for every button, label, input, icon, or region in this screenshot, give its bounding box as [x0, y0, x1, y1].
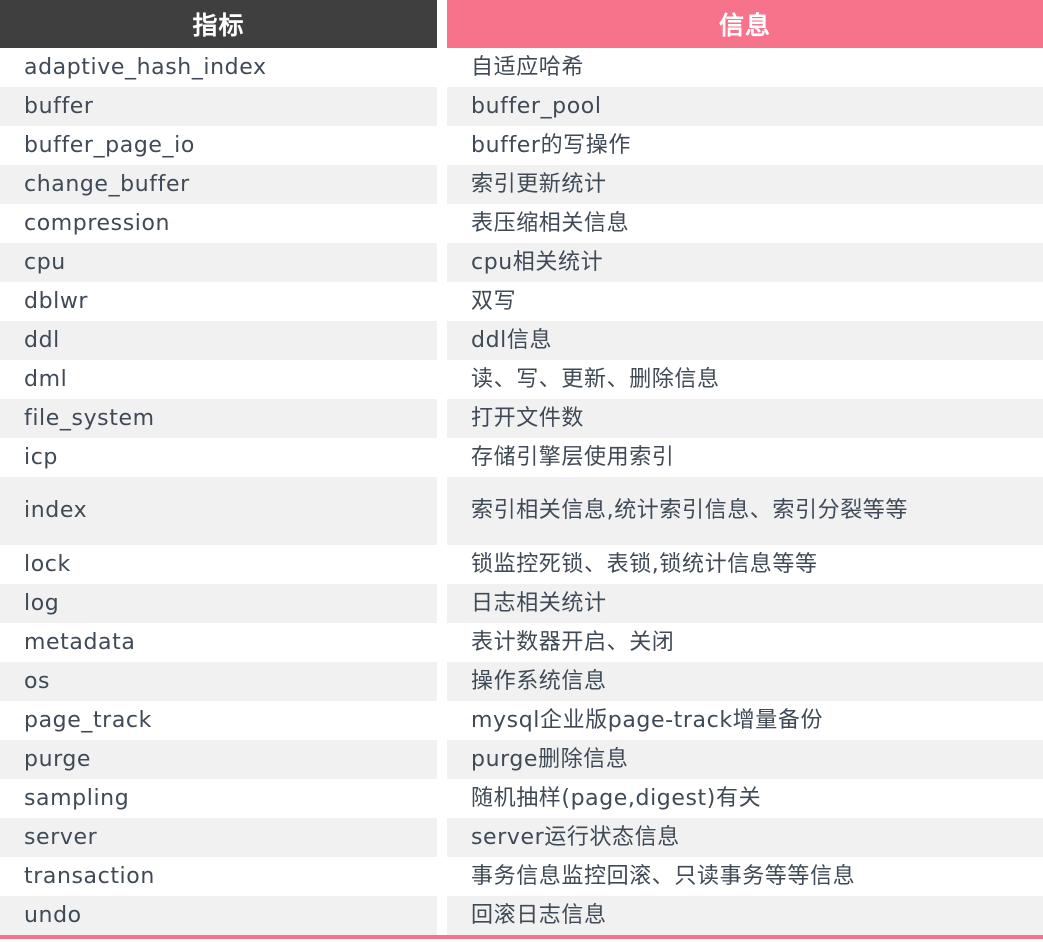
- cell-info: 事务信息监控回滚、只读事务等等信息: [447, 857, 1043, 896]
- table-row: adaptive_hash_index 自适应哈希: [0, 48, 1043, 87]
- cell-metric: transaction: [0, 857, 437, 896]
- cell-info: buffer_pool: [447, 87, 1043, 126]
- cell-metric: purge: [0, 740, 437, 779]
- cell-info: purge删除信息: [447, 740, 1043, 779]
- cell-gutter: [437, 360, 447, 399]
- cell-gutter: [437, 584, 447, 623]
- cell-metric: os: [0, 662, 437, 701]
- cell-gutter: [437, 321, 447, 360]
- cell-metric: metadata: [0, 623, 437, 662]
- table-row: index 索引相关信息,统计索引信息、索引分裂等等: [0, 477, 1043, 545]
- cell-gutter: [437, 701, 447, 740]
- table-row: change_buffer 索引更新统计: [0, 165, 1043, 204]
- table-row: buffer buffer_pool: [0, 87, 1043, 126]
- cell-gutter: [437, 204, 447, 243]
- cell-info: cpu相关统计: [447, 243, 1043, 282]
- cell-info: 读、写、更新、删除信息: [447, 360, 1043, 399]
- table-row: dblwr 双写: [0, 282, 1043, 321]
- cell-gutter: [437, 477, 447, 545]
- cell-metric: change_buffer: [0, 165, 437, 204]
- cell-gutter: [437, 165, 447, 204]
- table-row: undo 回滚日志信息: [0, 896, 1043, 935]
- cell-info: server运行状态信息: [447, 818, 1043, 857]
- cell-gutter: [437, 740, 447, 779]
- column-header-info: 信息: [447, 0, 1043, 48]
- table-bottom-rule: [0, 935, 1043, 939]
- table-row: sampling 随机抽样(page,digest)有关: [0, 779, 1043, 818]
- cell-info: 日志相关统计: [447, 584, 1043, 623]
- cell-gutter: [437, 126, 447, 165]
- cell-metric: log: [0, 584, 437, 623]
- cell-gutter: [437, 243, 447, 282]
- table-row: metadata 表计数器开启、关闭: [0, 623, 1043, 662]
- table-row: file_system 打开文件数: [0, 399, 1043, 438]
- cell-metric: icp: [0, 438, 437, 477]
- cell-gutter: [437, 438, 447, 477]
- table-row: dml 读、写、更新、删除信息: [0, 360, 1043, 399]
- cell-metric: page_track: [0, 701, 437, 740]
- cell-metric: undo: [0, 896, 437, 935]
- table-row: purge purge删除信息: [0, 740, 1043, 779]
- cell-info: 双写: [447, 282, 1043, 321]
- column-header-metric: 指标: [0, 0, 437, 48]
- cell-gutter: [437, 857, 447, 896]
- table-row: lock 锁监控死锁、表锁,锁统计信息等等: [0, 545, 1043, 584]
- cell-metric: cpu: [0, 243, 437, 282]
- table-row: ddl ddl信息: [0, 321, 1043, 360]
- table-row: server server运行状态信息: [0, 818, 1043, 857]
- table-row: compression 表压缩相关信息: [0, 204, 1043, 243]
- table-row: log 日志相关统计: [0, 584, 1043, 623]
- header-row: 指标 信息: [0, 0, 1043, 48]
- cell-info: buffer的写操作: [447, 126, 1043, 165]
- cell-info: 操作系统信息: [447, 662, 1043, 701]
- cell-info: 打开文件数: [447, 399, 1043, 438]
- cell-info: 表压缩相关信息: [447, 204, 1043, 243]
- cell-gutter: [437, 623, 447, 662]
- cell-info: 自适应哈希: [447, 48, 1043, 87]
- cell-gutter: [437, 48, 447, 87]
- cell-gutter: [437, 662, 447, 701]
- cell-gutter: [437, 282, 447, 321]
- table-row: transaction 事务信息监控回滚、只读事务等等信息: [0, 857, 1043, 896]
- cell-info: 索引相关信息,统计索引信息、索引分裂等等: [447, 477, 1043, 545]
- table-body: adaptive_hash_index 自适应哈希 buffer buffer_poo…: [0, 48, 1043, 935]
- cell-metric: dml: [0, 360, 437, 399]
- cell-metric: buffer: [0, 87, 437, 126]
- cell-gutter: [437, 818, 447, 857]
- cell-gutter: [437, 87, 447, 126]
- cell-metric: buffer_page_io: [0, 126, 437, 165]
- cell-gutter: [437, 399, 447, 438]
- cell-info: 索引更新统计: [447, 165, 1043, 204]
- cell-info: 存储引擎层使用索引: [447, 438, 1043, 477]
- cell-info: mysql企业版page-track增量备份: [447, 701, 1043, 740]
- table-row: os 操作系统信息: [0, 662, 1043, 701]
- cell-metric: index: [0, 477, 437, 545]
- cell-metric: lock: [0, 545, 437, 584]
- cell-gutter: [437, 779, 447, 818]
- cell-metric: dblwr: [0, 282, 437, 321]
- cell-info: 表计数器开启、关闭: [447, 623, 1043, 662]
- table-row: page_track mysql企业版page-track增量备份: [0, 701, 1043, 740]
- cell-metric: server: [0, 818, 437, 857]
- cell-gutter: [437, 545, 447, 584]
- table-header: 指标 信息: [0, 0, 1043, 48]
- header-gutter: [437, 0, 447, 48]
- table-row: cpu cpu相关统计: [0, 243, 1043, 282]
- cell-metric: adaptive_hash_index: [0, 48, 437, 87]
- cell-metric: sampling: [0, 779, 437, 818]
- cell-metric: compression: [0, 204, 437, 243]
- cell-gutter: [437, 896, 447, 935]
- cell-metric: file_system: [0, 399, 437, 438]
- cell-info: 回滚日志信息: [447, 896, 1043, 935]
- table-row: buffer_page_io buffer的写操作: [0, 126, 1043, 165]
- cell-info: ddl信息: [447, 321, 1043, 360]
- cell-info: 锁监控死锁、表锁,锁统计信息等等: [447, 545, 1043, 584]
- table-row: icp 存储引擎层使用索引: [0, 438, 1043, 477]
- cell-metric: ddl: [0, 321, 437, 360]
- cell-info: 随机抽样(page,digest)有关: [447, 779, 1043, 818]
- metrics-table: 指标 信息 adaptive_hash_index 自适应哈希 buffer buff…: [0, 0, 1043, 935]
